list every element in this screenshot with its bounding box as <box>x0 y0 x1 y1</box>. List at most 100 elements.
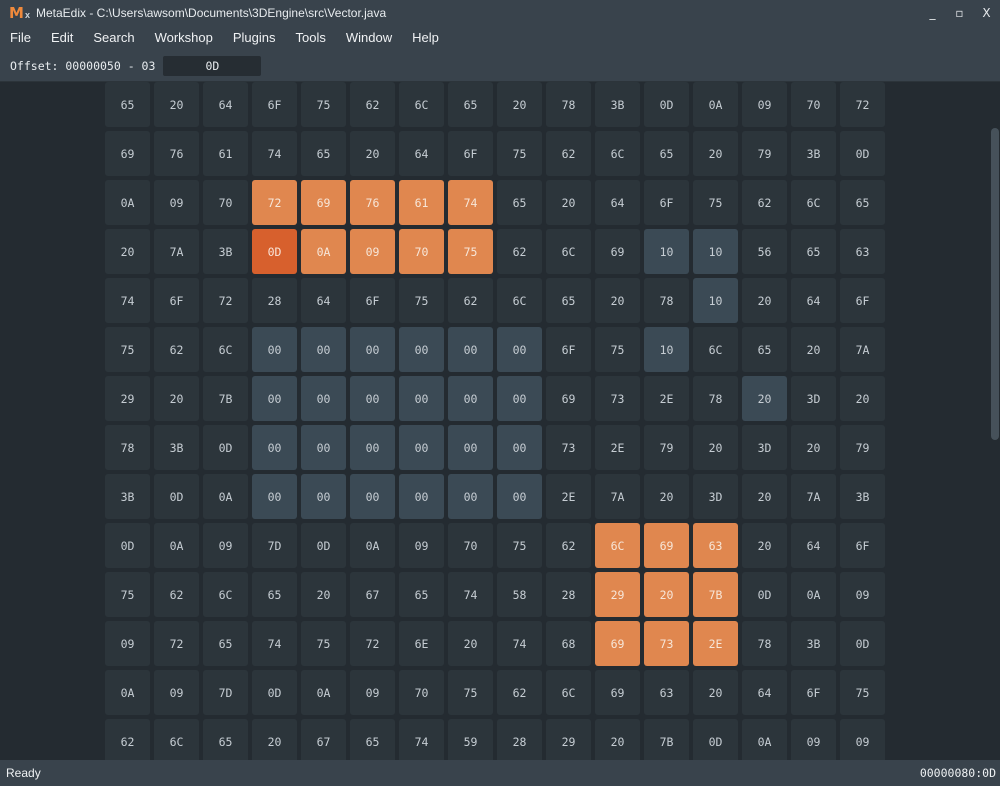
hex-byte-cell[interactable]: 09 <box>742 82 787 127</box>
hex-byte-cell[interactable]: 00 <box>350 474 395 519</box>
hex-byte-cell[interactable]: 00 <box>350 376 395 421</box>
hex-byte-cell[interactable]: 75 <box>840 670 885 715</box>
hex-byte-cell[interactable]: 29 <box>595 572 640 617</box>
hex-byte-cell[interactable]: 70 <box>203 180 248 225</box>
hex-byte-cell[interactable]: 0D <box>105 523 150 568</box>
hex-byte-cell[interactable]: 20 <box>105 229 150 274</box>
hex-byte-cell[interactable]: 00 <box>301 327 346 372</box>
hex-byte-cell[interactable]: 65 <box>203 719 248 760</box>
hex-byte-cell[interactable]: 09 <box>105 621 150 666</box>
menu-plugins[interactable]: Plugins <box>223 26 286 50</box>
maximize-button[interactable]: ▫ <box>946 0 973 26</box>
hex-byte-cell[interactable]: 63 <box>693 523 738 568</box>
offset-value-field[interactable]: 0D <box>163 55 262 76</box>
hex-byte-cell[interactable]: 0A <box>154 523 199 568</box>
hex-byte-cell[interactable]: 0A <box>693 82 738 127</box>
hex-byte-cell[interactable]: 20 <box>301 572 346 617</box>
hex-byte-cell[interactable]: 6F <box>252 82 297 127</box>
hex-byte-cell[interactable]: 73 <box>546 425 591 470</box>
hex-byte-cell[interactable]: 29 <box>546 719 591 760</box>
hex-view[interactable]: 65 20 64 6F 75 62 6C 65 20 78 3B 0D 0A 09 70 72 69 76 61 74… <box>0 82 1000 760</box>
hex-byte-cell[interactable]: 6C <box>546 670 591 715</box>
hex-byte-cell[interactable]: 09 <box>840 719 885 760</box>
hex-byte-cell[interactable]: 00 <box>448 327 493 372</box>
hex-byte-cell[interactable]: 0D <box>644 82 689 127</box>
hex-byte-cell[interactable]: 64 <box>595 180 640 225</box>
hex-byte-cell[interactable]: 7D <box>203 670 248 715</box>
hex-byte-cell[interactable]: 62 <box>105 719 150 760</box>
hex-byte-cell[interactable]: 75 <box>693 180 738 225</box>
hex-byte-cell[interactable]: 00 <box>399 425 444 470</box>
hex-byte-cell[interactable]: 09 <box>350 670 395 715</box>
hex-byte-cell[interactable]: 2E <box>693 621 738 666</box>
hex-byte-cell[interactable]: 70 <box>399 229 444 274</box>
hex-byte-cell[interactable]: 62 <box>154 327 199 372</box>
hex-byte-cell[interactable]: 6C <box>154 719 199 760</box>
hex-byte-cell[interactable]: 20 <box>350 131 395 176</box>
hex-byte-cell[interactable]: 64 <box>301 278 346 323</box>
hex-byte-cell[interactable]: 63 <box>644 670 689 715</box>
hex-byte-cell[interactable]: 28 <box>546 572 591 617</box>
hex-byte-cell[interactable]: 75 <box>448 670 493 715</box>
hex-byte-cell[interactable]: 20 <box>644 474 689 519</box>
hex-byte-cell[interactable]: 64 <box>399 131 444 176</box>
hex-byte-cell[interactable]: 00 <box>252 327 297 372</box>
hex-byte-cell[interactable]: 79 <box>644 425 689 470</box>
hex-byte-cell[interactable]: 61 <box>399 180 444 225</box>
hex-byte-cell[interactable]: 76 <box>350 180 395 225</box>
hex-byte-cell[interactable]: 09 <box>399 523 444 568</box>
hex-byte-cell[interactable]: 0A <box>791 572 836 617</box>
hex-byte-cell[interactable]: 29 <box>105 376 150 421</box>
hex-byte-cell[interactable]: 6C <box>399 82 444 127</box>
hex-byte-cell[interactable]: 0D <box>252 229 297 274</box>
hex-byte-cell[interactable]: 72 <box>350 621 395 666</box>
menu-window[interactable]: Window <box>336 26 402 50</box>
hex-byte-cell[interactable]: 59 <box>448 719 493 760</box>
hex-byte-cell[interactable]: 0A <box>742 719 787 760</box>
hex-byte-cell[interactable]: 00 <box>448 425 493 470</box>
hex-byte-cell[interactable]: 20 <box>742 474 787 519</box>
hex-byte-cell[interactable]: 64 <box>791 278 836 323</box>
hex-byte-cell[interactable]: 72 <box>203 278 248 323</box>
hex-byte-cell[interactable]: 20 <box>840 376 885 421</box>
hex-byte-cell[interactable]: 69 <box>595 670 640 715</box>
hex-byte-cell[interactable]: 10 <box>693 278 738 323</box>
hex-byte-cell[interactable]: 3B <box>105 474 150 519</box>
hex-byte-cell[interactable]: 76 <box>154 131 199 176</box>
hex-byte-cell[interactable]: 6C <box>497 278 542 323</box>
hex-byte-cell[interactable]: 75 <box>301 621 346 666</box>
hex-byte-cell[interactable]: 09 <box>154 670 199 715</box>
hex-byte-cell[interactable]: 69 <box>546 376 591 421</box>
hex-byte-cell[interactable]: 3B <box>791 621 836 666</box>
hex-byte-cell[interactable]: 6F <box>154 278 199 323</box>
hex-byte-cell[interactable]: 7B <box>693 572 738 617</box>
hex-byte-cell[interactable]: 74 <box>252 621 297 666</box>
hex-byte-cell[interactable]: 65 <box>203 621 248 666</box>
hex-byte-cell[interactable]: 0A <box>301 229 346 274</box>
hex-byte-cell[interactable]: 09 <box>350 229 395 274</box>
hex-byte-cell[interactable]: 65 <box>448 82 493 127</box>
hex-byte-cell[interactable]: 78 <box>742 621 787 666</box>
hex-byte-cell[interactable]: 75 <box>399 278 444 323</box>
hex-byte-cell[interactable]: 6C <box>546 229 591 274</box>
minimize-button[interactable]: _ <box>919 0 946 26</box>
hex-byte-cell[interactable]: 0D <box>742 572 787 617</box>
hex-byte-cell[interactable]: 78 <box>546 82 591 127</box>
hex-byte-cell[interactable]: 74 <box>448 180 493 225</box>
hex-byte-cell[interactable]: 78 <box>644 278 689 323</box>
hex-byte-cell[interactable]: 72 <box>154 621 199 666</box>
hex-byte-cell[interactable]: 7A <box>154 229 199 274</box>
hex-byte-cell[interactable]: 64 <box>791 523 836 568</box>
hex-byte-cell[interactable]: 67 <box>301 719 346 760</box>
hex-byte-cell[interactable]: 69 <box>105 131 150 176</box>
hex-byte-cell[interactable]: 78 <box>693 376 738 421</box>
hex-byte-cell[interactable]: 6C <box>693 327 738 372</box>
hex-byte-cell[interactable]: 20 <box>644 572 689 617</box>
hex-byte-cell[interactable]: 69 <box>301 180 346 225</box>
hex-byte-cell[interactable]: 74 <box>105 278 150 323</box>
hex-byte-cell[interactable]: 00 <box>448 376 493 421</box>
hex-byte-cell[interactable]: 3B <box>203 229 248 274</box>
hex-byte-cell[interactable]: 65 <box>742 327 787 372</box>
hex-byte-cell[interactable]: 20 <box>595 278 640 323</box>
hex-byte-cell[interactable]: 75 <box>595 327 640 372</box>
